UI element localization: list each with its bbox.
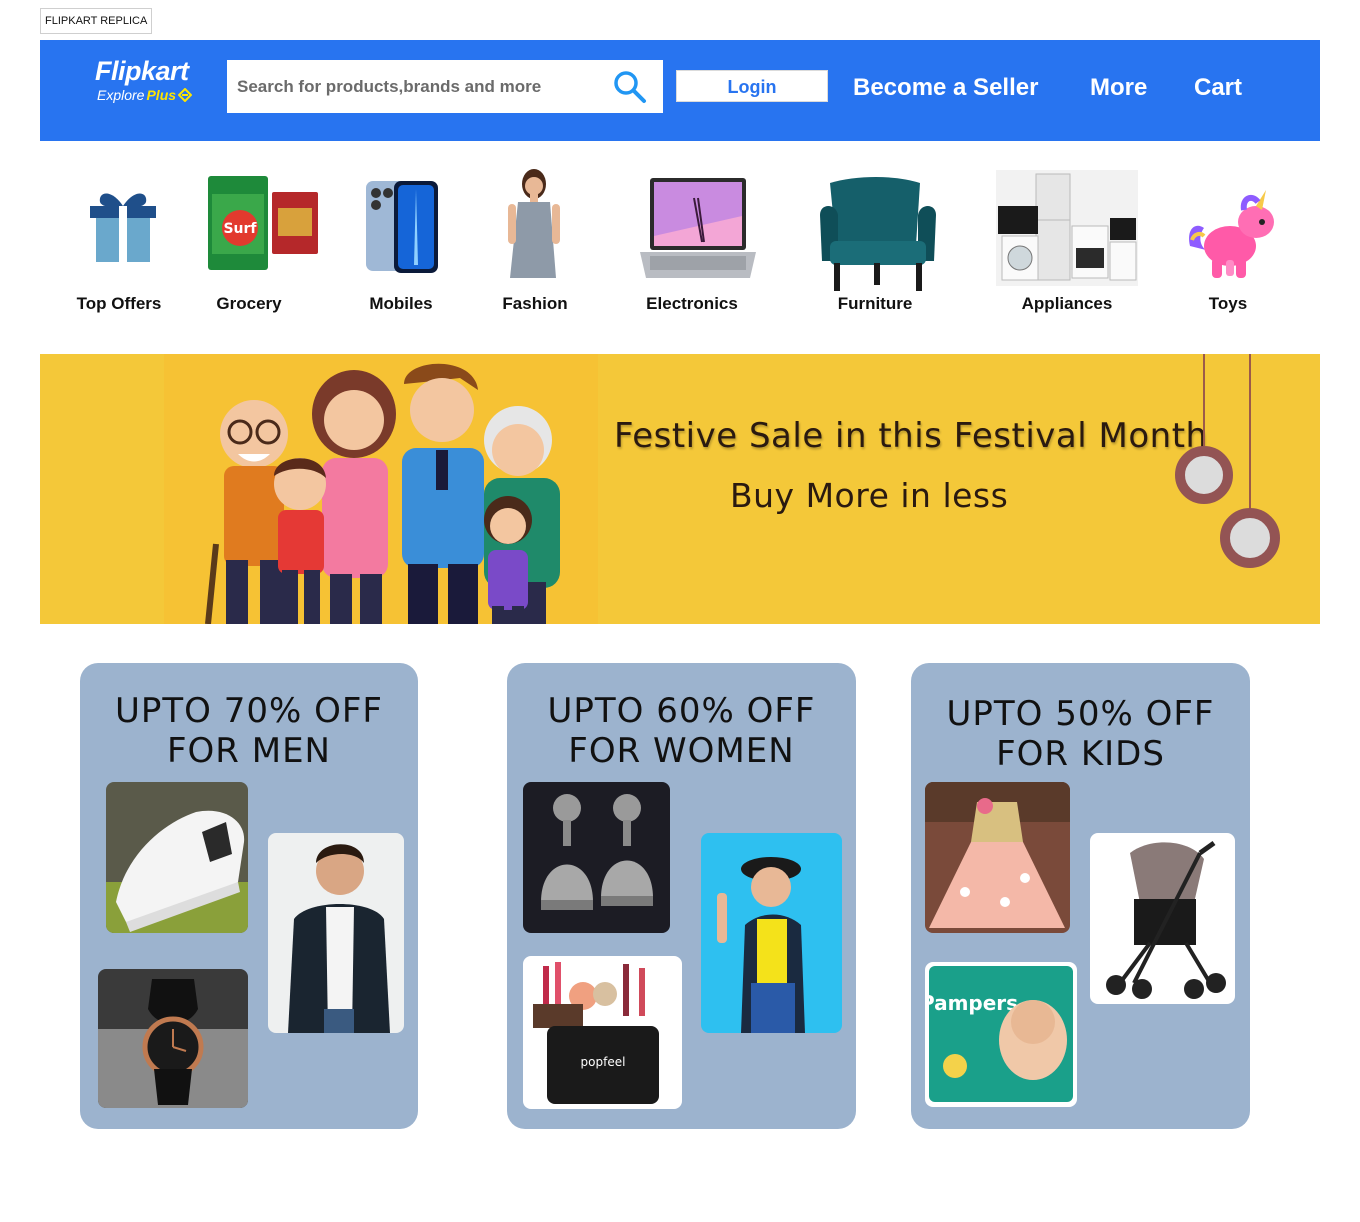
flipkart-logo[interactable]: Flipkart Explore Plus (95, 56, 207, 112)
offer-title-line2: FOR KIDS (996, 734, 1165, 774)
mobile-icon (366, 181, 438, 273)
laptop-icon (640, 178, 756, 278)
offer-title: UPTO 60% OFF FOR WOMEN (507, 691, 856, 771)
grocery-icon: Surf (208, 176, 318, 270)
svg-text:Surf: Surf (223, 221, 257, 237)
offer-title-line1: UPTO 50% OFF (946, 694, 1215, 734)
watch-image[interactable] (98, 969, 248, 1108)
svg-text:popfeel: popfeel (581, 1055, 626, 1069)
category-label: Toys (1208, 294, 1248, 313)
festive-banner[interactable]: Festive Sale in this Festival Month Buy … (40, 354, 1320, 624)
diapers-image[interactable]: Pampers (925, 962, 1077, 1107)
category-label: Fashion (502, 294, 568, 313)
become-seller-link[interactable]: Become a Seller (853, 74, 1038, 102)
header-bar: Flipkart Explore Plus Search for product… (40, 40, 1320, 141)
makeup-kit-image[interactable]: popfeel (523, 956, 682, 1109)
search-icon[interactable] (612, 69, 648, 105)
banner-headline: Festive Sale in this Festival Month (614, 416, 1208, 456)
category-label: Furniture (837, 294, 913, 313)
search-placeholder: Search for products,brands and more (237, 77, 542, 96)
stroller-image[interactable] (1090, 833, 1235, 1004)
category-label: Grocery (216, 294, 282, 313)
offer-card-men[interactable]: UPTO 70% OFF FOR MEN (80, 663, 418, 1129)
category-label: Mobiles (369, 294, 433, 313)
page-tag: FLIPKART REPLICA (40, 8, 153, 34)
kids-dress-image[interactable] (925, 782, 1070, 933)
offer-title-line2: FOR MEN (166, 731, 331, 771)
logo-word: Flipkart (95, 56, 189, 86)
fashion-icon (508, 169, 560, 278)
earrings-image[interactable] (523, 782, 670, 933)
svg-text:Pampers: Pampers (925, 991, 1018, 1015)
login-button[interactable]: Login (676, 70, 828, 102)
family-illustration (164, 354, 598, 624)
more-link[interactable]: More (1090, 74, 1147, 102)
offer-title-line1: UPTO 60% OFF (547, 691, 816, 731)
category-label: Appliances (1021, 294, 1113, 313)
gift-icon (90, 193, 156, 262)
offer-title: UPTO 70% OFF FOR MEN (80, 691, 418, 771)
cart-link[interactable]: Cart (1194, 74, 1242, 102)
offer-title-line2: FOR WOMEN (568, 731, 795, 771)
logo-sub-plus: Plus (146, 87, 177, 103)
appliances-icon (996, 170, 1138, 286)
sneaker-image[interactable] (106, 782, 248, 933)
logo-subtitle: Explore Plus (97, 86, 207, 104)
offer-card-kids[interactable]: UPTO 50% OFF FOR KIDS Pampers (911, 663, 1250, 1129)
banner-subheadline: Buy More in less (730, 476, 1009, 515)
category-label: Top Offers (76, 294, 162, 313)
jacket-model-image[interactable] (268, 833, 404, 1033)
offer-title: UPTO 50% OFF FOR KIDS (911, 694, 1250, 774)
hanging-ornaments-icon (1175, 354, 1280, 568)
search-input[interactable]: Search for products,brands and more (227, 60, 663, 113)
plus-star-icon (178, 88, 193, 102)
category-label: Electronics (646, 294, 738, 313)
chair-icon (820, 177, 936, 291)
logo-sub-explore: Explore (97, 87, 145, 103)
woman-model-image[interactable] (701, 833, 842, 1033)
offer-title-line1: UPTO 70% OFF (115, 691, 383, 731)
toy-unicorn-icon (1189, 190, 1274, 278)
offer-card-women[interactable]: UPTO 60% OFF FOR WOMEN popfeel (507, 663, 856, 1129)
